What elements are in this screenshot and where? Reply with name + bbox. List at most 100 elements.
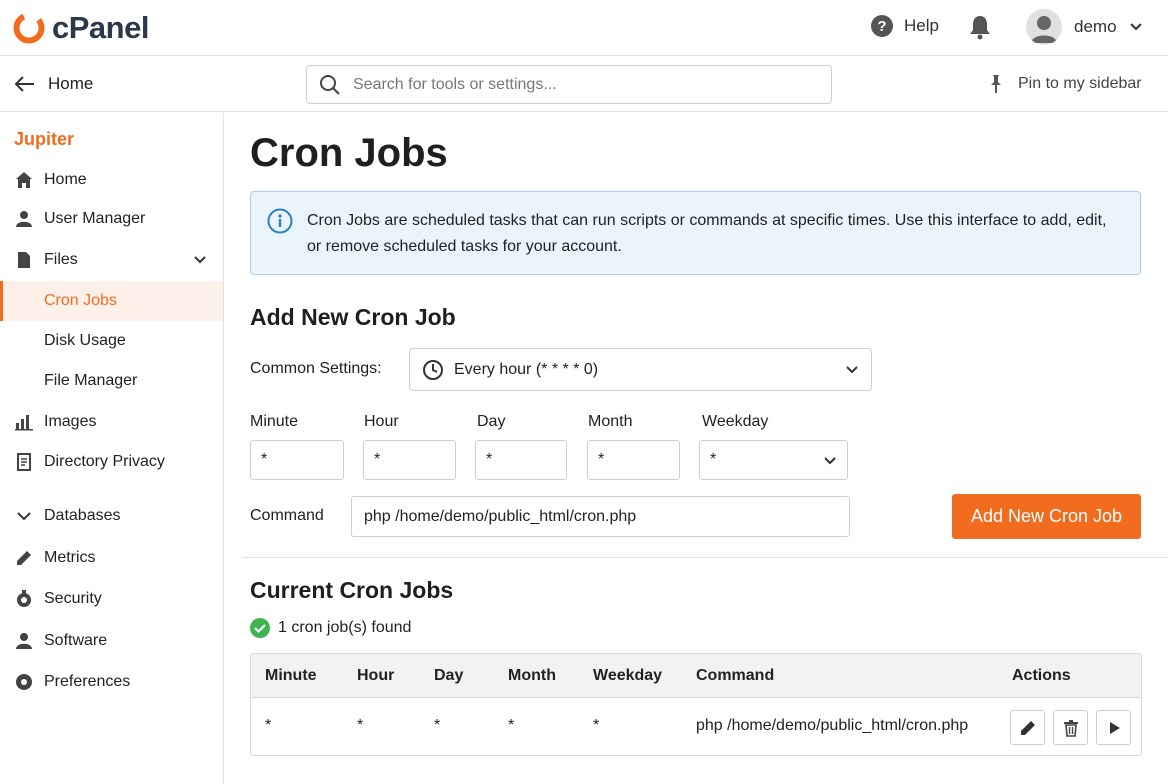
cron-jobs-table: Minute Hour Day Month Weekday Command Ac… xyxy=(250,653,1142,756)
add-cron-job-button[interactable]: Add New Cron Job xyxy=(952,494,1141,539)
jobs-found-status: 1 cron job(s) found xyxy=(250,618,411,638)
search-icon xyxy=(320,74,340,95)
sidebar-item-software[interactable]: Software xyxy=(0,621,223,661)
cpanel-logo[interactable]: cPanel xyxy=(12,10,149,46)
info-box: Cron Jobs are scheduled tasks that can r… xyxy=(250,191,1141,275)
cell-weekday: * xyxy=(593,717,600,734)
chevron-down-icon xyxy=(1129,23,1142,31)
gear-icon xyxy=(14,672,34,692)
month-label: Month xyxy=(588,413,633,430)
common-settings-select[interactable]: Every hour (* * * * 0) xyxy=(409,348,872,391)
sidebar-item-preferences[interactable]: Preferences xyxy=(0,662,223,702)
pin-label: Pin to my sidebar xyxy=(1018,75,1142,92)
help-button[interactable]: ? Help xyxy=(870,14,939,38)
sidebar-item-label: Cron Jobs xyxy=(44,292,117,309)
user-menu[interactable]: demo xyxy=(1026,9,1143,45)
sidebar-item-label: Disk Usage xyxy=(44,332,126,349)
user-name: demo xyxy=(1074,17,1117,36)
command-field[interactable] xyxy=(351,496,850,537)
play-icon xyxy=(1109,721,1120,734)
info-icon xyxy=(267,208,293,234)
month-field[interactable] xyxy=(587,440,680,480)
avatar-icon xyxy=(1031,16,1057,43)
weekday-label: Weekday xyxy=(702,413,769,430)
arrow-left-icon xyxy=(14,76,34,92)
trash-icon xyxy=(1063,719,1078,737)
delete-button[interactable] xyxy=(1053,710,1088,745)
sidebar-item-label: Home xyxy=(44,171,87,188)
svg-text:?: ? xyxy=(877,18,886,35)
search-input[interactable] xyxy=(353,75,793,94)
minute-field[interactable] xyxy=(250,440,344,480)
bell-icon[interactable] xyxy=(968,14,992,40)
top-bar: cPanel ? Help demo xyxy=(0,0,1168,56)
chevron-down-icon xyxy=(14,506,34,526)
clock-icon xyxy=(423,359,443,380)
back-home-link[interactable]: Home xyxy=(14,73,93,95)
main-content: Cron Jobs Cron Jobs are scheduled tasks … xyxy=(225,113,1168,784)
common-settings-value: Every hour (* * * * 0) xyxy=(454,360,599,378)
sidebar: Jupiter Home User Manager Files Cron Job… xyxy=(0,113,224,784)
check-circle-icon xyxy=(250,618,270,638)
search-box[interactable] xyxy=(306,65,832,104)
user-icon xyxy=(14,209,34,229)
weekday-value: * xyxy=(710,451,717,468)
column-header-hour: Hour xyxy=(357,667,395,684)
command-label: Command xyxy=(250,507,324,524)
cell-command: php /home/demo/public_html/cron.php xyxy=(696,717,969,734)
sidebar-item-label: Security xyxy=(44,590,102,607)
section-divider xyxy=(242,557,1168,558)
sidebar-item-disk-usage[interactable]: Disk Usage xyxy=(0,321,223,361)
sidebar-item-label: Preferences xyxy=(44,673,131,690)
sidebar-item-label: Directory Privacy xyxy=(44,453,165,470)
column-header-actions: Actions xyxy=(1012,667,1071,684)
run-button[interactable] xyxy=(1096,710,1131,745)
app-name: cPanel xyxy=(52,10,149,45)
day-label: Day xyxy=(477,413,506,430)
pin-to-sidebar-button[interactable]: Pin to my sidebar xyxy=(986,74,1142,94)
sidebar-item-home[interactable]: Home xyxy=(0,160,223,200)
sidebar-item-label: Images xyxy=(44,413,97,430)
sidebar-item-cron-jobs[interactable]: Cron Jobs xyxy=(0,281,223,321)
sidebar-item-user-manager[interactable]: User Manager xyxy=(0,199,223,239)
add-cron-heading: Add New Cron Job xyxy=(250,304,456,330)
common-settings-label: Common Settings: xyxy=(250,360,382,377)
sidebar-item-databases[interactable]: Databases xyxy=(0,496,223,536)
column-header-minute: Minute xyxy=(265,667,317,684)
hour-field[interactable] xyxy=(363,440,456,480)
pencil-icon xyxy=(1020,720,1035,735)
chevron-down-icon xyxy=(824,457,836,465)
pin-icon xyxy=(991,75,1001,93)
weekday-select[interactable]: * xyxy=(699,440,848,480)
jobs-found-text: 1 cron job(s) found xyxy=(278,619,412,636)
cell-day: * xyxy=(434,717,441,734)
sidebar-item-label: User Manager xyxy=(44,210,146,227)
cell-hour: * xyxy=(357,717,364,734)
minute-label: Minute xyxy=(250,413,299,430)
sidebar-item-images[interactable]: Images xyxy=(0,402,223,442)
edit-button[interactable] xyxy=(1010,710,1045,745)
back-label: Home xyxy=(48,74,94,93)
table-row: * * * * * php /home/demo/public_html/cro… xyxy=(251,698,1141,755)
sidebar-item-label: File Manager xyxy=(44,372,138,389)
sidebar-item-label: Files xyxy=(44,251,78,268)
help-label: Help xyxy=(904,16,939,35)
day-field[interactable] xyxy=(475,440,567,480)
sidebar-item-file-manager[interactable]: File Manager xyxy=(0,361,223,401)
help-icon: ? xyxy=(871,15,893,37)
sidebar-item-files[interactable]: Files xyxy=(0,240,223,280)
chevron-down-icon xyxy=(194,256,206,264)
sidebar-item-directory-privacy[interactable]: Directory Privacy xyxy=(0,442,223,482)
sidebar-item-security[interactable]: Security xyxy=(0,579,223,619)
column-header-day: Day xyxy=(434,667,464,684)
sidebar-item-metrics[interactable]: Metrics xyxy=(0,538,223,578)
current-cron-heading: Current Cron Jobs xyxy=(250,577,454,603)
avatar xyxy=(1026,9,1062,45)
file-icon xyxy=(14,250,34,270)
sidebar-item-label: Metrics xyxy=(44,549,96,566)
info-text: Cron Jobs are scheduled tasks that can r… xyxy=(307,212,1107,255)
cell-minute: * xyxy=(265,717,272,734)
sidebar-item-label: Databases xyxy=(44,507,121,524)
shield-icon xyxy=(14,589,34,609)
bar-chart-icon xyxy=(14,412,34,432)
